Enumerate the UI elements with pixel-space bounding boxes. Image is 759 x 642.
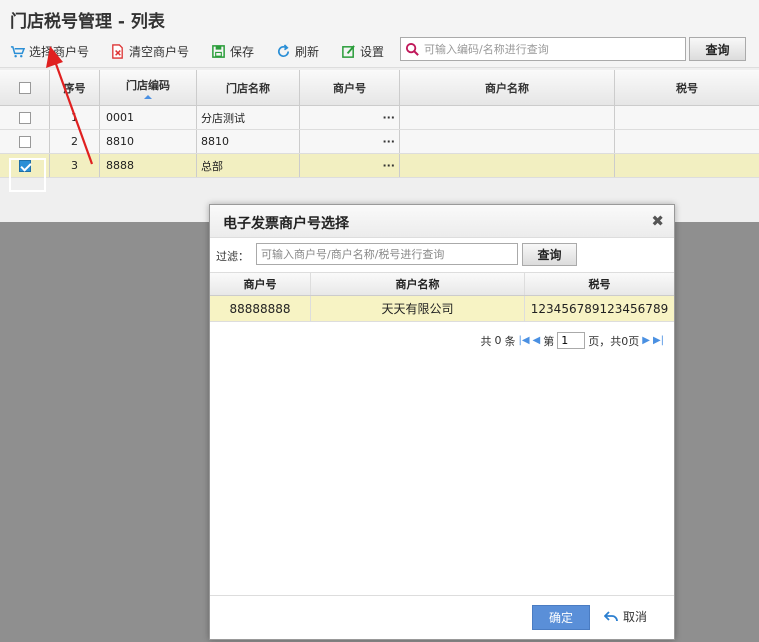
merchant-no-cell: 88888888 <box>210 296 311 321</box>
undo-icon <box>604 610 618 621</box>
settings-label: 设置 <box>360 44 385 59</box>
table-row[interactable]: 1 0001 分店测试 ··· <box>0 106 759 130</box>
cancel-label: 取消 <box>623 610 648 624</box>
row-tax-no <box>615 130 759 153</box>
prev-page-icon[interactable]: ◀ <box>533 335 541 346</box>
row-check-cell <box>0 106 50 129</box>
refresh-label: 刷新 <box>295 44 320 59</box>
row-code: 0001 <box>100 106 197 129</box>
filter-row: 过滤： 查询 <box>210 241 674 269</box>
next-page-icon[interactable]: ▶ <box>642 335 650 346</box>
row-merchant-name <box>400 130 615 153</box>
row-no: 3 <box>50 154 100 177</box>
clear-merchant-button[interactable]: 清空商户号 <box>110 41 189 61</box>
pager-total-prefix: 共 <box>480 334 492 348</box>
row-merchant-no[interactable]: ··· <box>300 130 400 153</box>
cancel-button[interactable]: 取消 <box>604 608 647 625</box>
page-number-input[interactable] <box>557 332 586 349</box>
merchant-picker-button[interactable]: ··· <box>382 111 395 124</box>
merchant-table-header: 商户号 商户名称 税号 <box>210 272 674 296</box>
select-merchant-button[interactable]: 选择商户号 <box>10 41 89 61</box>
row-code: 8888 <box>100 154 197 177</box>
dialog-header: 电子发票商户号选择 ✖ <box>210 205 674 238</box>
row-code: 8810 <box>100 130 197 153</box>
tax-no-cell: 123456789123456789 <box>530 301 669 316</box>
pager: 共 0 条 |◀ ◀ 第 页，共0页 ▶ ▶| <box>480 332 664 349</box>
col-header-merchant-name[interactable]: 商户名称 <box>311 273 525 295</box>
row-merchant-no[interactable]: ··· <box>300 106 400 129</box>
ok-button[interactable]: 确定 <box>532 605 590 630</box>
pager-page-prefix: 第 <box>543 334 555 348</box>
row-merchant-name <box>400 154 615 177</box>
merchant-picker-button[interactable]: ··· <box>382 159 395 172</box>
col-header-code[interactable]: 门店编码 <box>100 70 197 105</box>
filter-input[interactable] <box>256 243 518 265</box>
refresh-icon <box>277 43 290 57</box>
clear-file-icon <box>112 43 123 59</box>
page: 门店税号管理 - 列表 选择商户号 清空商户号 保存 刷新 设置 查询 <box>0 0 759 642</box>
row-no: 1 <box>50 106 100 129</box>
grid-header: 序号 门店编码 门店名称 商户号 商户名称 税号 <box>0 70 759 106</box>
row-name: 总部 <box>197 154 300 177</box>
row-no: 2 <box>50 130 100 153</box>
col-header-merchant-no[interactable]: 商户号 <box>210 273 311 295</box>
store-search-box <box>400 37 686 61</box>
row-checkbox[interactable] <box>18 135 31 148</box>
search-icon <box>405 42 419 56</box>
store-search-input[interactable] <box>424 42 674 56</box>
col-header-name[interactable]: 门店名称 <box>197 70 300 105</box>
save-icon <box>212 44 225 58</box>
merchant-select-dialog: 电子发票商户号选择 ✖ 过滤： 查询 商户号 商户名称 税号 88888888 … <box>209 204 675 640</box>
merchant-row[interactable]: 88888888 天天有限公司 123456789123456789 <box>210 296 674 322</box>
select-merchant-label: 选择商户号 <box>29 44 90 59</box>
filter-label: 过滤： <box>216 250 249 263</box>
pager-page-suffix: 页，共0页 <box>588 334 640 348</box>
checkbox-highlight-annotation <box>9 158 46 192</box>
col-header-tax-no[interactable]: 税号 <box>615 70 759 105</box>
merchant-name-cell: 天天有限公司 <box>311 296 525 321</box>
row-checkbox[interactable] <box>18 111 31 124</box>
dialog-footer: 确定 取消 <box>210 595 674 639</box>
pager-total-suffix: 条 <box>504 334 516 348</box>
row-name: 8810 <box>197 130 300 153</box>
row-check-cell <box>0 130 50 153</box>
table-row[interactable]: 2 8810 8810 ··· <box>0 130 759 154</box>
row-tax-no <box>615 106 759 129</box>
clear-merchant-label: 清空商户号 <box>129 44 190 59</box>
col-header-no[interactable]: 序号 <box>50 70 100 105</box>
select-all-checkbox[interactable] <box>18 81 31 94</box>
col-header-code-label: 门店编码 <box>126 78 170 92</box>
merchant-picker-button[interactable]: ··· <box>382 135 395 148</box>
cart-icon <box>10 45 25 57</box>
page-title: 门店税号管理 - 列表 <box>0 0 759 34</box>
select-all-cell <box>0 70 50 105</box>
dialog-query-button[interactable]: 查询 <box>522 243 577 266</box>
row-tax-no <box>615 154 759 177</box>
store-query-button[interactable]: 查询 <box>689 37 746 61</box>
table-row-selected[interactable]: 3 8888 总部 ··· <box>0 154 759 178</box>
close-icon[interactable]: ✖ <box>651 212 664 230</box>
first-page-icon[interactable]: |◀ <box>518 335 529 346</box>
row-merchant-no[interactable]: ··· <box>300 154 400 177</box>
pager-total-count: 0 <box>494 334 502 347</box>
col-header-merchant-name[interactable]: 商户名称 <box>400 70 615 105</box>
row-merchant-name <box>400 106 615 129</box>
edit-settings-icon <box>342 44 355 58</box>
col-header-tax-no[interactable]: 税号 <box>525 273 674 295</box>
sort-asc-icon <box>144 94 152 99</box>
last-page-icon[interactable]: ▶| <box>653 335 664 346</box>
dialog-title: 电子发票商户号选择 <box>223 216 349 232</box>
col-header-merchant-no[interactable]: 商户号 <box>300 70 400 105</box>
save-button[interactable]: 保存 <box>211 41 254 61</box>
save-label: 保存 <box>230 44 255 59</box>
settings-button[interactable]: 设置 <box>341 41 384 61</box>
refresh-button[interactable]: 刷新 <box>276 41 319 61</box>
row-name: 分店测试 <box>197 106 300 129</box>
